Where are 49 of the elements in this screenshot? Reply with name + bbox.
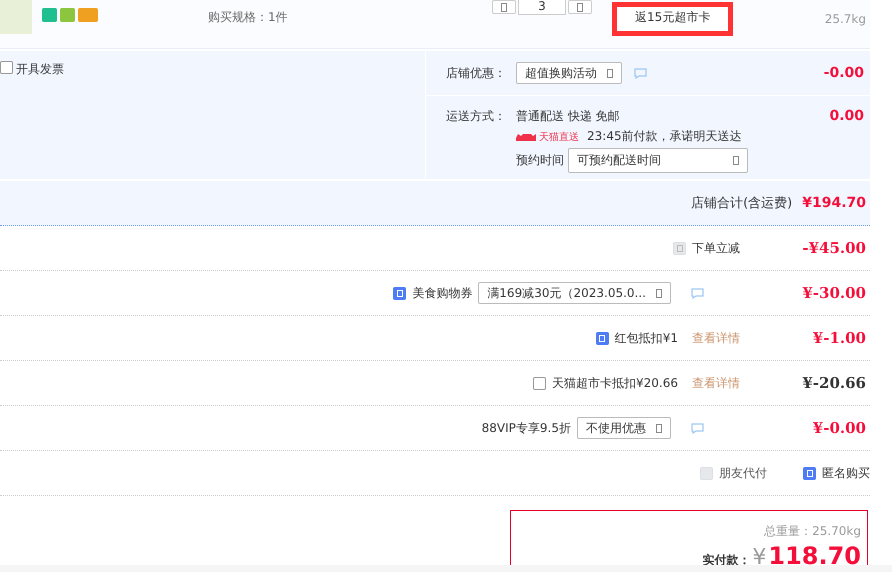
rebate-label: 返15元超市卡 bbox=[612, 2, 734, 36]
discount-select[interactable]: 满169减30元（2023.05.0... bbox=[478, 282, 671, 304]
card-icon bbox=[78, 8, 98, 22]
discount-amount: -¥45.00 bbox=[801, 239, 866, 257]
invoice-label: 开具发票 bbox=[16, 61, 64, 78]
cat-logo-icon bbox=[516, 132, 536, 141]
photo-placeholder bbox=[0, 0, 32, 34]
discount-label: 美食购物券 bbox=[412, 284, 472, 302]
badge-icon bbox=[60, 8, 75, 22]
weight-text: 25.7kg bbox=[824, 12, 866, 26]
invoice-checkbox[interactable] bbox=[0, 61, 13, 74]
discount-label: 88VIP专享9.5折 bbox=[482, 420, 571, 436]
delivery-promise: 23:45前付款，承诺明天送达 bbox=[587, 128, 742, 145]
quantity-field[interactable]: 3 bbox=[518, 0, 566, 15]
shipping-method: 普通配送 快递 免邮 bbox=[516, 108, 621, 125]
checkbox[interactable] bbox=[393, 286, 406, 300]
shipping-amount: 0.00 bbox=[829, 108, 864, 126]
total-weight: 总重量：25.70kg bbox=[764, 523, 861, 540]
store-total-amount: ¥194.70 bbox=[802, 195, 866, 211]
total-amount: 118.70 bbox=[768, 542, 861, 570]
discount-amount: ¥-30.00 bbox=[801, 284, 866, 302]
chat-bubble-icon[interactable] bbox=[691, 288, 704, 298]
increase-button[interactable] bbox=[568, 0, 592, 14]
discount-amount: ¥-1.00 bbox=[812, 329, 866, 347]
spec-text: 购买规格：1件 bbox=[208, 9, 288, 26]
schedule-label: 预约时间 bbox=[516, 152, 564, 169]
schedule-select[interactable]: 可预约配送时间 bbox=[568, 148, 748, 173]
option-label: 匿名购买 bbox=[822, 464, 870, 482]
decrease-button[interactable] bbox=[492, 0, 516, 14]
chat-bubble-icon[interactable] bbox=[691, 422, 704, 434]
chat-bubble-icon[interactable] bbox=[634, 68, 647, 78]
discount-amount: ¥-0.00 bbox=[812, 419, 866, 437]
promotion-amount: -0.00 bbox=[824, 65, 864, 81]
checkbox[interactable] bbox=[533, 376, 546, 390]
discount-amount: ¥-20.66 bbox=[801, 374, 866, 392]
checkbox[interactable] bbox=[596, 332, 609, 344]
store-total-label: 店铺合计(含运费) bbox=[691, 195, 792, 212]
promotion-label: 店铺优惠： bbox=[446, 64, 507, 82]
option-label: 朋友代付 bbox=[719, 464, 767, 482]
checkbox[interactable] bbox=[803, 466, 816, 480]
delivery-label: 天猫直送 bbox=[539, 130, 579, 144]
discount-select[interactable]: 不使用优惠 bbox=[577, 417, 671, 439]
discount-label: 天猫超市卡抵扣¥20.66 bbox=[552, 374, 678, 392]
number-badge-icon bbox=[42, 8, 57, 22]
discount-label: 红包抵扣¥1 bbox=[614, 330, 678, 346]
shipping-label: 运送方式： bbox=[446, 108, 507, 125]
discount-label: 下单立减 bbox=[692, 240, 740, 256]
currency-sign: ¥ bbox=[752, 545, 766, 570]
promotion-select[interactable]: 超值换购活动 bbox=[516, 62, 622, 84]
